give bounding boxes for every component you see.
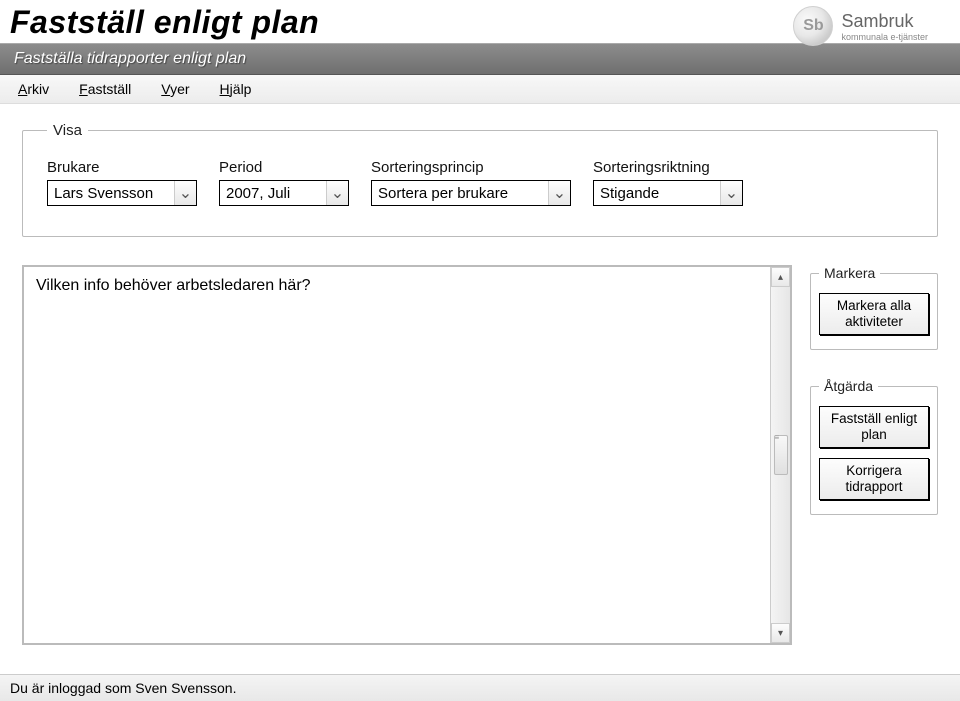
sorteringsriktning-combo[interactable]: Stigande ⌄ xyxy=(593,180,743,206)
menu-faststall[interactable]: Fastställ xyxy=(67,79,143,99)
markera-alla-button[interactable]: Markera alla aktiviteter xyxy=(819,293,929,335)
menu-arkiv[interactable]: Arkiv xyxy=(6,79,61,99)
scroll-up-arrow-icon[interactable]: ▴ xyxy=(771,267,790,287)
sorteringsprincip-combo[interactable]: Sortera per brukare ⌄ xyxy=(371,180,571,206)
scroll-down-arrow-icon[interactable]: ▾ xyxy=(771,623,790,643)
status-bar: Du är inloggad som Sven Svensson. xyxy=(0,674,960,701)
atgarda-group: Åtgärda Fastställ enligt plan Korrigera … xyxy=(810,378,938,515)
main-content-text: Vilken info behöver arbetsledaren här? xyxy=(24,267,770,643)
chevron-down-icon[interactable]: ⌄ xyxy=(326,181,348,205)
sorteringsprincip-value: Sortera per brukare xyxy=(372,185,548,202)
sorteringsriktning-label: Sorteringsriktning xyxy=(593,159,743,176)
visa-legend: Visa xyxy=(47,122,88,139)
vertical-scrollbar[interactable]: ▴ ≡ ▾ xyxy=(770,267,790,643)
window-title-bar: Fastställa tidrapporter enligt plan xyxy=(0,43,960,75)
brukare-value: Lars Svensson xyxy=(48,185,174,202)
sorteringsprincip-label: Sorteringsprincip xyxy=(371,159,571,176)
brand-tagline: kommunala e-tjänster xyxy=(841,32,928,42)
scroll-thumb[interactable]: ≡ xyxy=(774,435,788,475)
scroll-track[interactable]: ≡ xyxy=(774,287,788,623)
brukare-label: Brukare xyxy=(47,159,197,176)
markera-legend: Markera xyxy=(819,265,880,281)
menu-hjalp[interactable]: Hjälp xyxy=(208,79,264,99)
chevron-down-icon[interactable]: ⌄ xyxy=(720,181,742,205)
brand-badge: Sb xyxy=(793,6,833,46)
chevron-down-icon[interactable]: ⌄ xyxy=(174,181,196,205)
atgarda-legend: Åtgärda xyxy=(819,378,878,394)
period-combo[interactable]: 2007, Juli ⌄ xyxy=(219,180,349,206)
period-value: 2007, Juli xyxy=(220,185,326,202)
menubar: Arkiv Fastställ Vyer Hjälp xyxy=(0,75,960,104)
main-content-panel: Vilken info behöver arbetsledaren här? ▴… xyxy=(22,265,792,645)
markera-group: Markera Markera alla aktiviteter xyxy=(810,265,938,350)
korrigera-button[interactable]: Korrigera tidrapport xyxy=(819,458,929,500)
chevron-down-icon[interactable]: ⌄ xyxy=(548,181,570,205)
sorteringsriktning-value: Stigande xyxy=(594,185,720,202)
visa-group: Visa Brukare Lars Svensson ⌄ Period 2007… xyxy=(22,122,938,237)
period-label: Period xyxy=(219,159,349,176)
brukare-combo[interactable]: Lars Svensson ⌄ xyxy=(47,180,197,206)
menu-vyer[interactable]: Vyer xyxy=(149,79,201,99)
faststall-button[interactable]: Fastställ enligt plan xyxy=(819,406,929,448)
brand-logo: Sb Sambruk kommunala e-tjänster xyxy=(793,6,928,46)
brand-name: Sambruk xyxy=(841,11,928,32)
